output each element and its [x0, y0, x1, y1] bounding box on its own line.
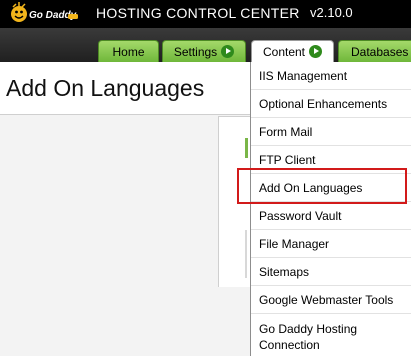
- menu-item-add-on-languages[interactable]: Add On Languages: [251, 174, 411, 202]
- menu-item-label-line1: Go Daddy Hosting: [259, 322, 358, 336]
- tab-content-label: Content: [262, 45, 306, 59]
- menu-item-go-daddy-hosting-connection[interactable]: Go Daddy Hosting Connection: [251, 314, 411, 356]
- menu-item-label: Add On Languages: [259, 181, 363, 195]
- menu-item-label-line2: Connection: [259, 338, 320, 352]
- menu-item-google-webmaster-tools[interactable]: Google Webmaster Tools: [251, 286, 411, 314]
- app-title: HOSTING CONTROL CENTER: [96, 5, 300, 21]
- tab-settings[interactable]: Settings: [162, 40, 246, 62]
- godaddy-logo[interactable]: Go Daddy: [10, 2, 80, 26]
- panel-divider: [245, 230, 247, 278]
- arrow-right-icon: [309, 45, 323, 58]
- app-version: v2.10.0: [310, 5, 353, 20]
- tab-databases[interactable]: Databases: [338, 40, 411, 62]
- selected-indicator: [245, 138, 248, 158]
- menu-item-password-vault[interactable]: Password Vault: [251, 202, 411, 230]
- menu-item-label: Google Webmaster Tools: [259, 293, 394, 307]
- tab-settings-label: Settings: [173, 45, 218, 59]
- tab-home-label: Home: [112, 45, 145, 59]
- menu-item-sitemaps[interactable]: Sitemaps: [251, 258, 411, 286]
- menu-item-label: Password Vault: [259, 209, 342, 223]
- page-title: Add On Languages: [6, 75, 205, 101]
- menu-item-label: IIS Management: [259, 69, 348, 83]
- menu-item-label: Optional Enhancements: [259, 97, 388, 111]
- menu-item-iis-management[interactable]: IIS Management: [251, 62, 411, 90]
- menu-item-label: File Manager: [259, 237, 330, 251]
- top-header-bar: Go Daddy HOSTING CONTROL CENTER v2.10.0: [0, 0, 411, 28]
- menu-item-label: Form Mail: [259, 125, 313, 139]
- menu-item-file-manager[interactable]: File Manager: [251, 230, 411, 258]
- menu-item-optional-enhancements[interactable]: Optional Enhancements: [251, 90, 411, 118]
- menu-item-label: FTP Client: [259, 153, 316, 167]
- tab-home[interactable]: Home: [98, 40, 159, 62]
- tab-databases-label: Databases: [351, 45, 409, 59]
- tab-content[interactable]: Content: [251, 40, 334, 63]
- arrow-right-icon: [221, 45, 235, 58]
- menu-item-form-mail[interactable]: Form Mail: [251, 118, 411, 146]
- menu-item-ftp-client[interactable]: FTP Client: [251, 146, 411, 174]
- menu-item-label: Sitemaps: [259, 265, 310, 279]
